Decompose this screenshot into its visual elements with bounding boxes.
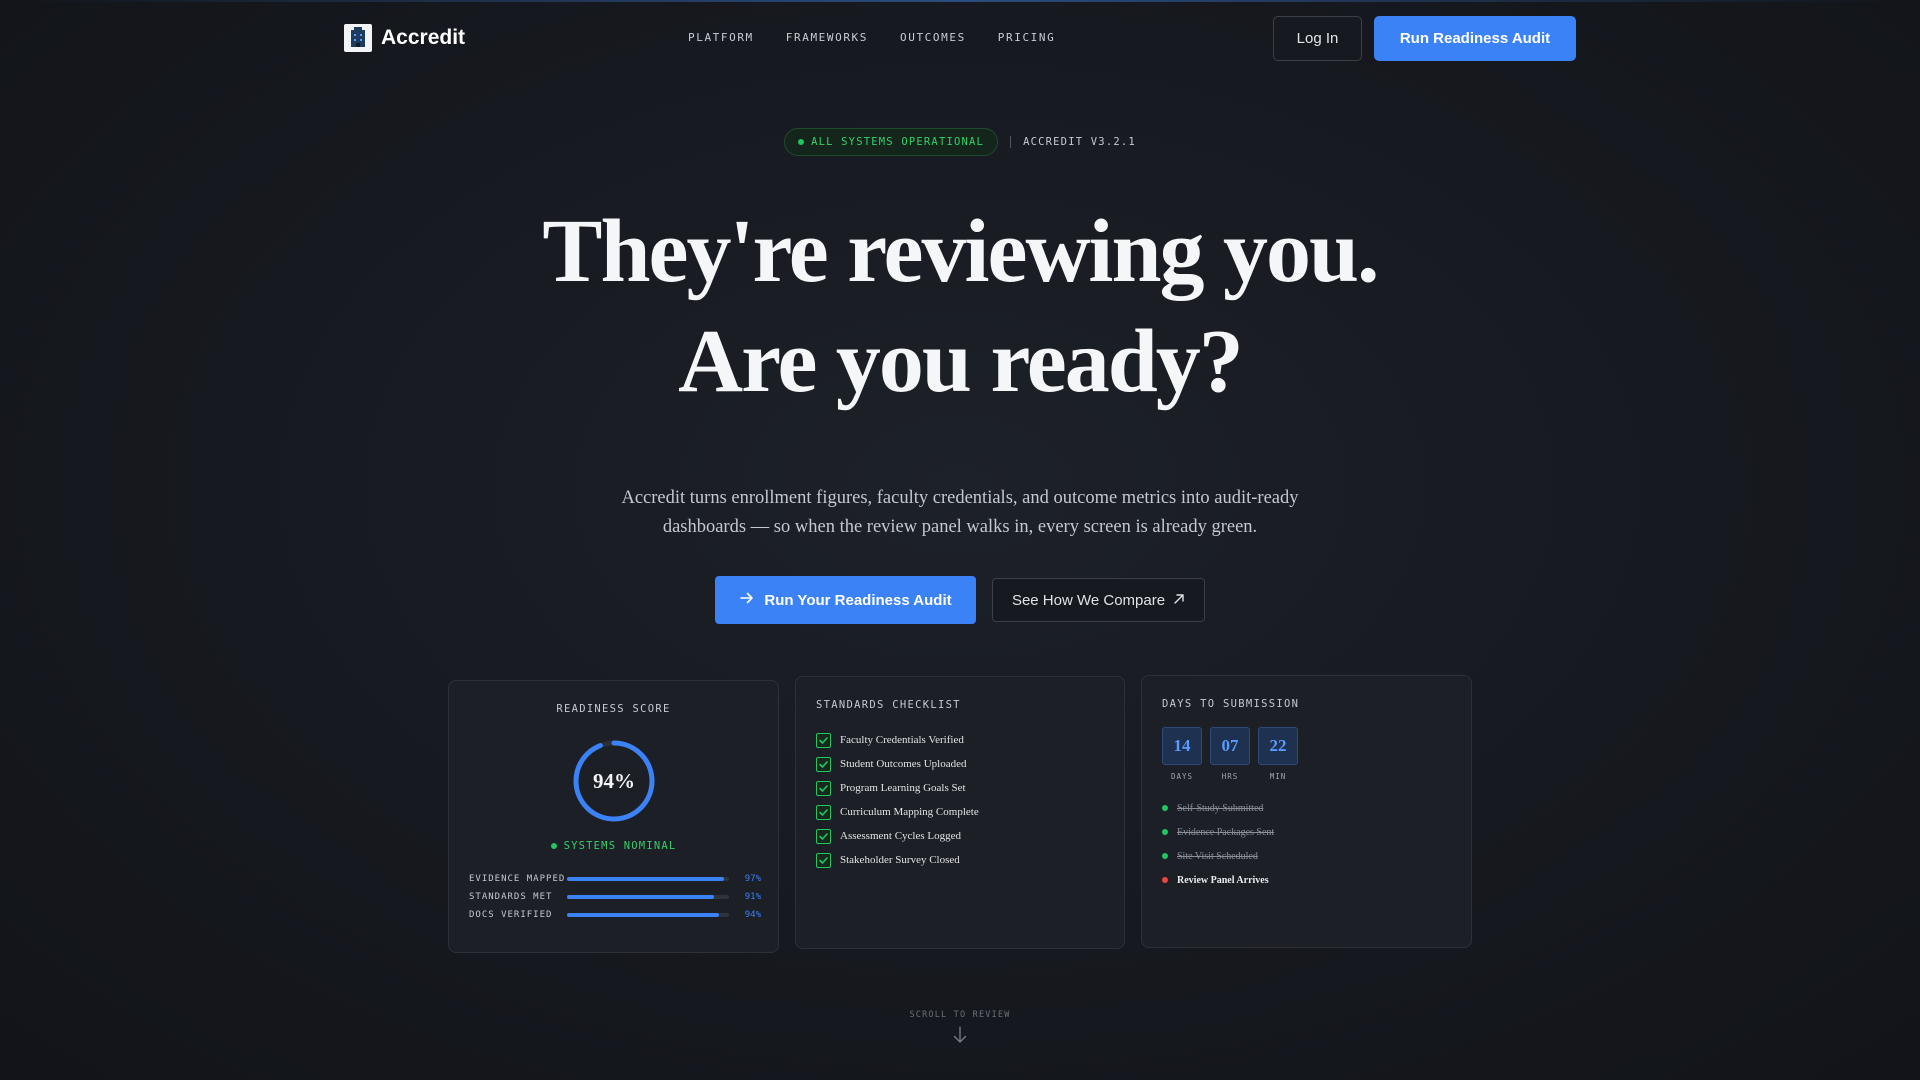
metric-bar — [567, 912, 729, 917]
version-label: ACCREDIT V3.2.1 — [1023, 136, 1136, 148]
run-your-readiness-audit-button[interactable]: Run Your Readiness Audit — [715, 576, 976, 624]
milestone-status-dot-icon — [1162, 829, 1168, 835]
system-status-row: ALL SYSTEMS OPERATIONAL ACCREDIT V3.2.1 — [0, 128, 1920, 156]
see-how-we-compare-button[interactable]: See How We Compare — [992, 578, 1205, 622]
countdown-days: 14 DAYS — [1162, 727, 1202, 781]
checkbox-checked-icon — [816, 804, 831, 820]
readiness-card-title: READINESS SCORE — [556, 703, 671, 715]
checklist-item-label: Curriculum Mapping Complete — [840, 806, 979, 818]
primary-cta-label: Run Your Readiness Audit — [764, 591, 952, 609]
days-to-submission-card: DAYS TO SUBMISSION 14 DAYS 07 HRS 22 MIN… — [1141, 675, 1472, 948]
nav-link-platform[interactable]: PLATFORM — [688, 31, 754, 44]
list-item: Evidence Packages Sent — [1162, 820, 1274, 844]
scroll-hint[interactable]: SCROLL TO REVIEW — [0, 1010, 1920, 1049]
metric-value: 91% — [744, 891, 761, 902]
metric-label: STANDARDS MET — [469, 891, 553, 902]
checklist-item-label: Stakeholder Survey Closed — [840, 854, 960, 866]
metric-row-standards-met: STANDARDS MET 91% — [469, 888, 761, 905]
checklist-item-label: Student Outcomes Uploaded — [840, 758, 967, 770]
countdown-hours: 07 HRS — [1210, 727, 1250, 781]
brand-name: Accredit — [381, 26, 466, 49]
status-text: ALL SYSTEMS OPERATIONAL — [811, 136, 985, 148]
headline-line-1: They're reviewing you. — [542, 202, 1379, 301]
checkbox-checked-icon — [816, 756, 831, 772]
milestone-label: Self-Study Submitted — [1177, 802, 1264, 814]
checklist-item-label: Program Learning Goals Set — [840, 782, 966, 794]
login-button[interactable]: Log In — [1273, 16, 1362, 61]
readiness-metrics: EVIDENCE MAPPED 97% STANDARDS MET 91% DO… — [469, 870, 761, 924]
milestone-label: Evidence Packages Sent — [1177, 826, 1275, 838]
countdown-label: MIN — [1269, 772, 1287, 781]
secondary-cta-label: See How We Compare — [1011, 591, 1166, 609]
list-item: Site Visit Scheduled — [1162, 844, 1274, 868]
arrow-down-icon — [952, 1026, 968, 1049]
checkbox-checked-icon — [816, 732, 831, 748]
readiness-score-card: READINESS SCORE 94% SYSTEMS NOMINAL EVID… — [448, 680, 779, 953]
metric-bar — [567, 876, 729, 881]
scroll-hint-text: SCROLL TO REVIEW — [909, 1010, 1011, 1020]
metric-row-evidence-mapped: EVIDENCE MAPPED 97% — [469, 870, 761, 887]
milestone-status-dot-icon — [1162, 877, 1168, 883]
countdown-value: 14 — [1162, 727, 1202, 765]
metric-label: DOCS VERIFIED — [469, 909, 553, 920]
milestone-status-dot-icon — [1162, 853, 1168, 859]
checkbox-checked-icon — [816, 828, 831, 844]
checkbox-checked-icon — [816, 852, 831, 868]
arrow-up-right-icon — [1173, 592, 1185, 609]
list-item: Faculty Credentials Verified — [816, 728, 979, 752]
metric-bar-fill — [567, 876, 725, 881]
countdown-label: HRS — [1221, 772, 1239, 781]
submission-milestones: Self-Study Submitted Evidence Packages S… — [1162, 796, 1274, 892]
metric-value: 97% — [744, 873, 761, 884]
logo-building-icon — [344, 24, 372, 52]
checklist-item-label: Faculty Credentials Verified — [840, 734, 964, 746]
list-item: Student Outcomes Uploaded — [816, 752, 979, 776]
list-item: Self-Study Submitted — [1162, 796, 1274, 820]
nominal-text: SYSTEMS NOMINAL — [563, 840, 677, 852]
hero-subtext: Accredit turns enrollment figures, facul… — [621, 488, 1299, 537]
top-navigation: Accredit PLATFORM FRAMEWORKS OUTCOMES PR… — [0, 0, 1920, 76]
metric-bar — [567, 894, 729, 899]
nav-link-outcomes[interactable]: OUTCOMES — [900, 31, 966, 44]
headline-line-2: Are you ready? — [678, 312, 1244, 411]
checkbox-checked-icon — [816, 780, 831, 796]
readiness-score-value: 94% — [593, 768, 635, 793]
list-item: Review Panel Arrives — [1162, 868, 1274, 892]
metric-value: 94% — [744, 909, 761, 920]
status-divider — [1010, 136, 1012, 148]
status-badge: ALL SYSTEMS OPERATIONAL — [784, 128, 999, 156]
countdown-label: DAYS — [1170, 772, 1194, 781]
submission-card-title: DAYS TO SUBMISSION — [1162, 698, 1300, 710]
countdown-minutes: 22 MIN — [1258, 727, 1298, 781]
list-item: Assessment Cycles Logged — [816, 824, 979, 848]
arrow-right-icon — [739, 590, 755, 610]
metric-label: EVIDENCE MAPPED — [469, 873, 566, 884]
primary-nav: PLATFORM FRAMEWORKS OUTCOMES PRICING — [688, 31, 1055, 44]
list-item: Stakeholder Survey Closed — [816, 848, 979, 872]
standards-checklist-card: STANDARDS CHECKLIST Faculty Credentials … — [795, 676, 1125, 949]
run-readiness-audit-button[interactable]: Run Readiness Audit — [1374, 16, 1576, 61]
list-item: Program Learning Goals Set — [816, 776, 979, 800]
nominal-dot-icon — [550, 843, 557, 849]
brand-logo[interactable]: Accredit — [344, 24, 465, 52]
milestone-label: Site Visit Scheduled — [1177, 850, 1258, 862]
countdown-value: 22 — [1258, 727, 1298, 765]
systems-nominal-status: SYSTEMS NOMINAL — [449, 840, 778, 852]
checklist-card-title: STANDARDS CHECKLIST — [816, 699, 961, 711]
countdown-value: 07 — [1210, 727, 1250, 765]
milestone-status-dot-icon — [1162, 805, 1168, 811]
list-item: Curriculum Mapping Complete — [816, 800, 979, 824]
nav-link-pricing[interactable]: PRICING — [998, 31, 1056, 44]
status-dot-icon — [798, 139, 805, 145]
metric-bar-fill — [567, 912, 720, 917]
metric-bar-fill — [567, 894, 715, 899]
checklist-item-label: Assessment Cycles Logged — [840, 830, 961, 842]
countdown-timer: 14 DAYS 07 HRS 22 MIN — [1162, 727, 1298, 781]
standards-checklist: Faculty Credentials Verified Student Out… — [816, 728, 979, 872]
nav-link-frameworks[interactable]: FRAMEWORKS — [786, 31, 868, 44]
milestone-label: Review Panel Arrives — [1177, 874, 1269, 886]
metric-row-docs-verified: DOCS VERIFIED 94% — [469, 906, 761, 923]
